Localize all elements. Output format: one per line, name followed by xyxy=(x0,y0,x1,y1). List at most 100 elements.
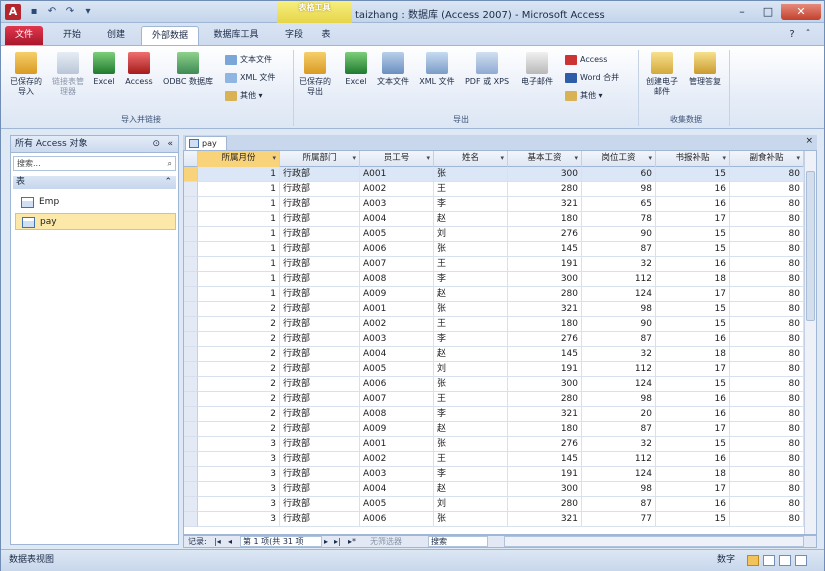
table-cell[interactable]: 行政部 xyxy=(280,257,360,272)
table-cell[interactable]: 112 xyxy=(582,362,656,377)
table-cell[interactable]: A008 xyxy=(360,407,434,422)
export-text-button[interactable]: 文本文件 xyxy=(373,52,413,87)
close-button[interactable]: ✕ xyxy=(781,4,821,20)
table-cell[interactable]: 行政部 xyxy=(280,497,360,512)
manage-replies-button[interactable]: 管理答复 xyxy=(685,52,725,87)
datasheet-view-icon[interactable] xyxy=(747,555,759,566)
table-cell[interactable]: 2 xyxy=(198,362,280,377)
table-cell[interactable]: 2 xyxy=(198,317,280,332)
minimize-button[interactable]: – xyxy=(729,4,755,20)
table-cell[interactable]: 行政部 xyxy=(280,212,360,227)
table-cell[interactable]: A002 xyxy=(360,182,434,197)
undo-icon[interactable]: ↶ xyxy=(45,5,59,19)
import-xml-button[interactable]: XML 文件 xyxy=(225,72,275,84)
column-header[interactable]: 员工号 ▾ xyxy=(360,151,434,167)
table-cell[interactable]: 145 xyxy=(508,242,582,257)
table-cell[interactable]: A004 xyxy=(360,482,434,497)
table-cell[interactable]: 321 xyxy=(508,407,582,422)
table-cell[interactable]: 1 xyxy=(198,272,280,287)
table-cell[interactable]: 17 xyxy=(656,422,730,437)
import-more-button[interactable]: 其他 ▾ xyxy=(225,90,263,102)
table-cell[interactable]: 2 xyxy=(198,302,280,317)
export-excel-button[interactable]: Excel xyxy=(341,52,371,87)
table-cell[interactable]: 行政部 xyxy=(280,347,360,362)
table-cell[interactable]: A002 xyxy=(360,317,434,332)
new-record-icon[interactable]: ▸* xyxy=(348,536,356,548)
table-cell[interactable]: 行政部 xyxy=(280,377,360,392)
table-cell[interactable]: 15 xyxy=(656,317,730,332)
table-cell[interactable]: 280 xyxy=(508,287,582,302)
table-cell[interactable]: 1 xyxy=(198,287,280,302)
table-cell[interactable]: 80 xyxy=(730,482,804,497)
import-text-button[interactable]: 文本文件 xyxy=(225,54,272,66)
table-cell[interactable]: 15 xyxy=(656,377,730,392)
table-cell[interactable]: A001 xyxy=(360,167,434,182)
table-cell[interactable]: 300 xyxy=(508,167,582,182)
table-cell[interactable]: A003 xyxy=(360,467,434,482)
table-cell[interactable]: 87 xyxy=(582,242,656,257)
table-cell[interactable]: 80 xyxy=(730,302,804,317)
table-cell[interactable]: 80 xyxy=(730,512,804,527)
chevron-down-icon[interactable]: ▾ xyxy=(500,151,504,166)
nav-item-pay[interactable]: pay xyxy=(15,213,176,230)
table-cell[interactable]: 80 xyxy=(730,347,804,362)
table-cell[interactable]: 124 xyxy=(582,467,656,482)
table-cell[interactable]: 321 xyxy=(508,197,582,212)
table-cell[interactable]: 90 xyxy=(582,317,656,332)
table-cell[interactable]: A005 xyxy=(360,362,434,377)
table-cell[interactable]: A003 xyxy=(360,332,434,347)
table-cell[interactable]: 张 xyxy=(434,167,508,182)
table-cell[interactable]: 赵 xyxy=(434,422,508,437)
table-cell[interactable]: 15 xyxy=(656,437,730,452)
table-cell[interactable]: 80 xyxy=(730,287,804,302)
table-cell[interactable]: 87 xyxy=(582,332,656,347)
chevron-down-icon[interactable]: ⊙ xyxy=(152,136,160,152)
table-cell[interactable]: 李 xyxy=(434,407,508,422)
chevron-down-icon[interactable]: ▾ xyxy=(426,151,430,166)
row-selector[interactable] xyxy=(184,182,198,197)
chevron-down-icon[interactable]: ▾ xyxy=(352,151,356,166)
table-cell[interactable]: 行政部 xyxy=(280,512,360,527)
table-cell[interactable]: 行政部 xyxy=(280,197,360,212)
table-cell[interactable]: 16 xyxy=(656,197,730,212)
ribbon-collapse-icon[interactable]: ˆ xyxy=(801,26,815,45)
select-all-corner[interactable] xyxy=(184,151,198,167)
table-cell[interactable]: 80 xyxy=(730,242,804,257)
row-selector[interactable] xyxy=(184,437,198,452)
filter-indicator[interactable]: 无筛选器 xyxy=(370,536,402,548)
table-cell[interactable]: 行政部 xyxy=(280,272,360,287)
chevron-down-icon[interactable]: ▾ xyxy=(272,151,276,166)
column-header[interactable]: 岗位工资 ▾ xyxy=(582,151,656,167)
table-cell[interactable]: 15 xyxy=(656,302,730,317)
table-cell[interactable]: 17 xyxy=(656,287,730,302)
table-cell[interactable]: 王 xyxy=(434,452,508,467)
table-cell[interactable]: A009 xyxy=(360,287,434,302)
table-cell[interactable]: 15 xyxy=(656,227,730,242)
table-cell[interactable]: 16 xyxy=(656,257,730,272)
table-cell[interactable]: 98 xyxy=(582,392,656,407)
table-cell[interactable]: 张 xyxy=(434,512,508,527)
row-selector[interactable] xyxy=(184,347,198,362)
table-cell[interactable]: 80 xyxy=(730,407,804,422)
table-cell[interactable]: 80 xyxy=(730,272,804,287)
table-cell[interactable]: 3 xyxy=(198,497,280,512)
table-cell[interactable]: 18 xyxy=(656,347,730,362)
export-pdf-button[interactable]: PDF 或 XPS xyxy=(461,52,513,87)
table-cell[interactable]: 3 xyxy=(198,482,280,497)
row-selector[interactable] xyxy=(184,392,198,407)
linked-table-manager-button[interactable]: 链接表管理器 xyxy=(49,52,87,97)
design-view-icon[interactable] xyxy=(795,555,807,566)
row-selector[interactable] xyxy=(184,467,198,482)
table-cell[interactable]: 3 xyxy=(198,512,280,527)
row-selector[interactable] xyxy=(184,497,198,512)
table-cell[interactable]: 280 xyxy=(508,182,582,197)
table-cell[interactable]: 32 xyxy=(582,257,656,272)
row-selector[interactable] xyxy=(184,362,198,377)
chevron-down-icon[interactable]: ▾ xyxy=(722,151,726,166)
table-cell[interactable]: 赵 xyxy=(434,482,508,497)
table-cell[interactable]: 16 xyxy=(656,452,730,467)
next-record-icon[interactable]: ▸ xyxy=(324,536,328,548)
row-selector[interactable] xyxy=(184,212,198,227)
table-cell[interactable]: 145 xyxy=(508,347,582,362)
table-cell[interactable]: 180 xyxy=(508,317,582,332)
